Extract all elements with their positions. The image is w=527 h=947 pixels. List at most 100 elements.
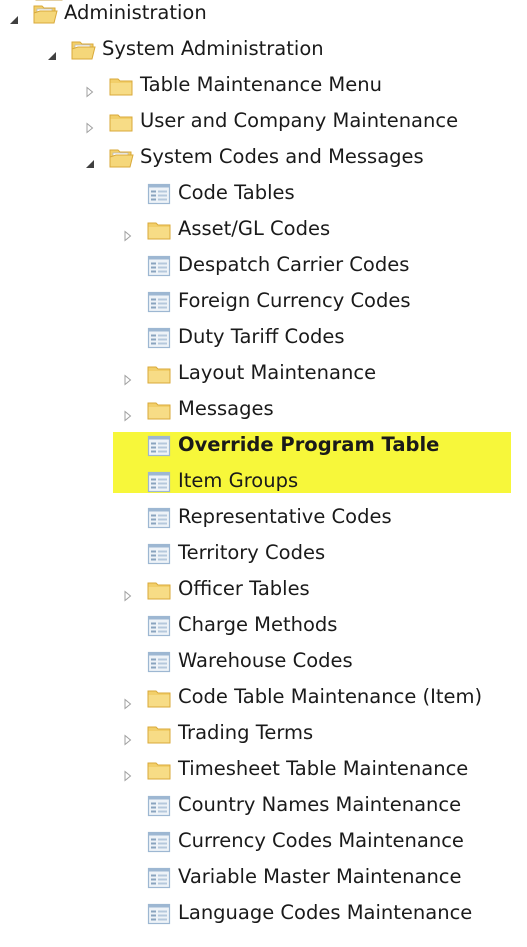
folder-open-icon [108,145,134,171]
tree-item-label: Asset/GL Codes [178,217,331,240]
folder-icon [109,78,133,96]
tree-item[interactable]: System Administration [0,32,527,68]
expanded-arrow-icon [48,52,56,60]
tree-item-label: Timesheet Table Maintenance [178,757,469,780]
form-icon [147,795,171,817]
collapsed-arrow-icon [124,590,132,602]
tree-item[interactable]: Item Groups [0,464,527,500]
tree-item[interactable]: Duty Tariff Codes [0,320,527,356]
collapsed-arrow-icon [124,698,132,710]
tree-item[interactable]: Representative Codes [0,500,527,536]
collapsed-arrow-icon [86,122,94,134]
tree-expander[interactable] [122,404,134,422]
tree-expander[interactable] [84,152,96,168]
form-icon [147,435,171,457]
tree-item[interactable]: Override Program Table [0,428,527,464]
tree-expander[interactable] [122,368,134,386]
tree-item-label: Officer Tables [178,577,310,600]
folder-icon [108,73,134,99]
tree-expander[interactable] [8,8,20,24]
folder-icon [147,222,171,240]
tree-item[interactable]: Charge Methods [0,608,527,644]
form-icon [146,901,172,927]
form-icon [147,471,171,493]
form-icon [147,867,171,889]
folder-icon [147,762,171,780]
collapsed-arrow-icon [124,770,132,782]
folder-open-icon [71,41,96,60]
form-icon [146,253,172,279]
tree-item[interactable]: Administration [0,0,527,32]
tree-item[interactable]: Foreign Currency Codes [0,284,527,320]
tree-item-label: Warehouse Codes [178,649,353,672]
tree-item-label: Item Groups [178,469,299,492]
form-icon [146,289,172,315]
tree-expander[interactable] [84,116,96,134]
tree-item[interactable]: Table Maintenance Menu [0,68,527,104]
form-icon [147,903,171,925]
tree-item[interactable]: Currency Codes Maintenance [0,824,527,860]
tree-item[interactable]: Messages [0,392,527,428]
tree-item[interactable]: Despatch Carrier Codes [0,248,527,284]
tree-item-label: Override Program Table [178,433,440,456]
tree-item-label: Table Maintenance Menu [140,73,382,96]
tree-item-label: Layout Maintenance [178,361,377,384]
collapsed-arrow-icon [124,230,132,242]
tree-item-label: Code Table Maintenance (Item) [178,685,483,708]
folder-open-icon [70,37,96,63]
collapsed-arrow-icon [124,734,132,746]
folder-icon [146,217,172,243]
form-icon [146,613,172,639]
form-icon [146,469,172,495]
tree-item[interactable]: System Codes and Messages [0,140,527,176]
tree-item-label: Territory Codes [178,541,326,564]
tree-item[interactable]: Territory Codes [0,536,527,572]
tree-item[interactable]: Timesheet Table Maintenance [0,752,527,788]
folder-icon [108,109,134,135]
form-icon [146,829,172,855]
folder-open-icon [109,149,134,168]
tree-item-label: Trading Terms [178,721,314,744]
folder-icon [146,721,172,747]
tree-item[interactable]: Trading Terms [0,716,527,752]
tree-expander[interactable] [122,764,134,782]
folder-icon [147,402,171,420]
form-icon [147,327,171,349]
tree-item-label: User and Company Maintenance [140,109,459,132]
form-icon [146,541,172,567]
tree-item[interactable]: User and Company Maintenance [0,104,527,140]
form-icon [146,505,172,531]
collapsed-arrow-icon [124,374,132,386]
tree-item[interactable]: Code Table Maintenance (Item) [0,680,527,716]
form-icon [147,183,171,205]
tree-item[interactable]: Country Names Maintenance [0,788,527,824]
tree-item[interactable]: Variable Master Maintenance [0,860,527,896]
folder-icon [146,397,172,423]
tree-expander[interactable] [84,80,96,98]
tree-item-label: System Administration [102,37,324,60]
tree-item[interactable]: Layout Maintenance [0,356,527,392]
form-icon [147,543,171,565]
expanded-arrow-icon [10,16,18,24]
folder-icon [147,582,171,600]
folder-icon [146,757,172,783]
tree-item-label: Charge Methods [178,613,338,636]
tree-expander[interactable] [122,728,134,746]
folder-icon [109,114,133,132]
tree-item-label: Messages [178,397,274,420]
tree-expander[interactable] [122,224,134,242]
tree-item[interactable]: Asset/GL Codes [0,212,527,248]
folder-open-icon [32,1,58,27]
expanded-arrow-icon [86,160,94,168]
tree-item-label: System Codes and Messages [140,145,424,168]
tree-expander[interactable] [122,584,134,602]
tree-item[interactable]: Code Tables [0,176,527,212]
tree-item-label: Duty Tariff Codes [178,325,345,348]
tree-item-label: Code Tables [178,181,295,204]
form-icon [147,615,171,637]
tree-item[interactable]: Officer Tables [0,572,527,608]
tree-item[interactable]: Warehouse Codes [0,644,527,680]
tree-expander[interactable] [46,44,58,60]
tree-item[interactable]: Language Codes Maintenance [0,896,527,932]
tree-expander[interactable] [122,692,134,710]
